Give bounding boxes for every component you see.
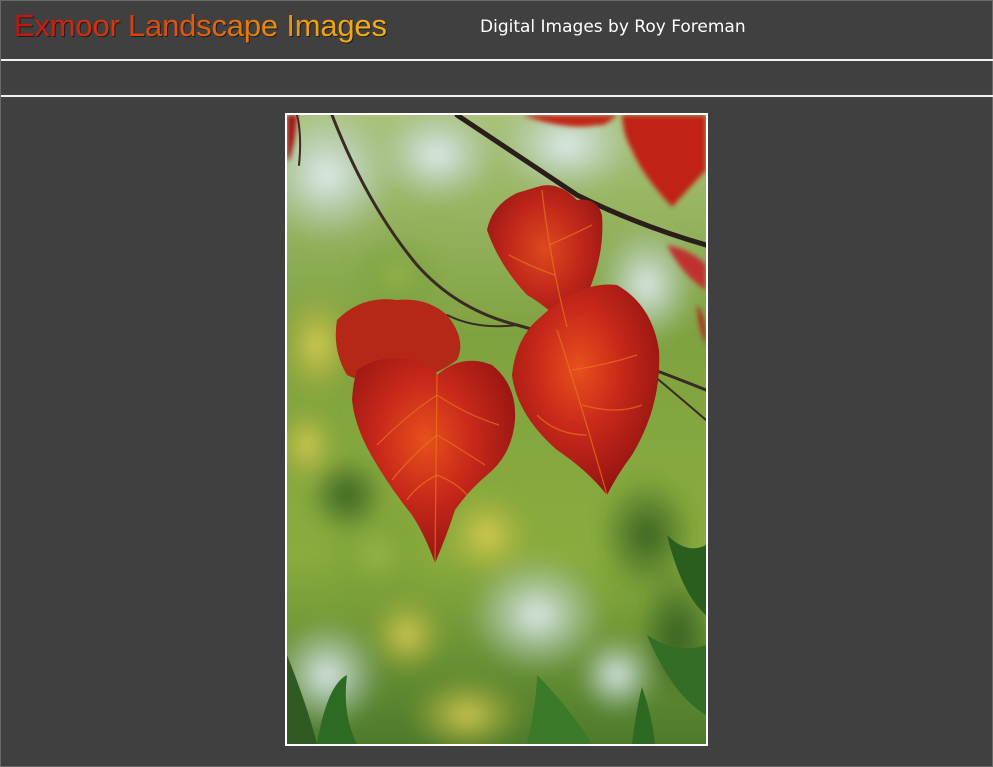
site-tagline: Digital Images by Roy Foreman	[480, 17, 746, 37]
photo-canvas	[287, 115, 706, 744]
nav-bar	[1, 61, 993, 95]
site-title[interactable]: Exmoor Landscape Images	[14, 8, 387, 44]
site-header: Exmoor Landscape Images Digital Images b…	[1, 1, 993, 60]
nav-divider	[1, 95, 993, 97]
main-photo	[285, 113, 708, 746]
page-frame: Exmoor Landscape Images Digital Images b…	[0, 0, 993, 767]
